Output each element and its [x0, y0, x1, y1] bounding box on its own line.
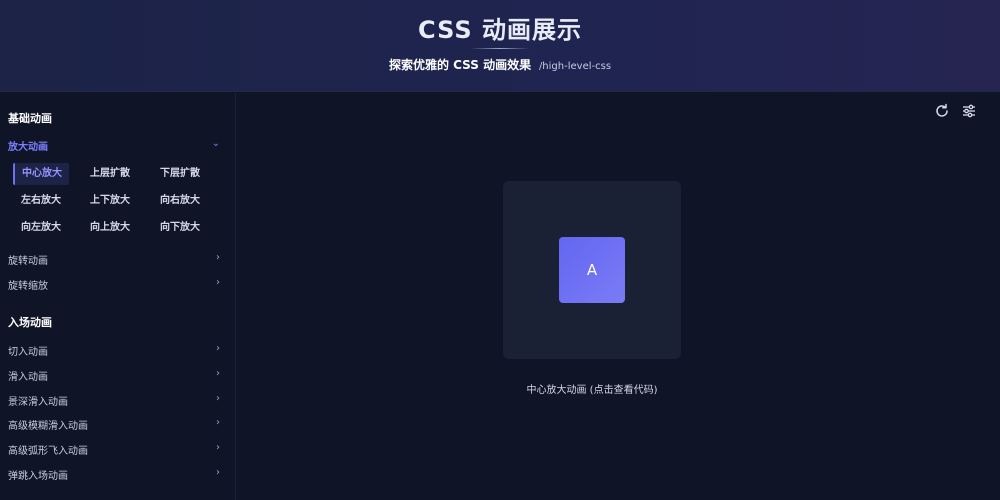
animation-preview-card[interactable]: A — [503, 181, 681, 359]
chevron-right-icon: › — [216, 368, 220, 379]
menu-item-label: 弹跳入场动画 — [8, 471, 68, 482]
menu-item-label: 放大动画 — [8, 142, 48, 153]
settings-sliders-icon[interactable] — [961, 103, 977, 119]
submenu-item-horizontal-zoom[interactable]: 左右放大 — [13, 190, 69, 212]
submenu-item-right-zoom[interactable]: 向右放大 — [152, 190, 208, 212]
submenu-item-lower-spread[interactable]: 下层扩散 — [152, 163, 208, 185]
menu-item-label: 滑入动画 — [8, 372, 48, 383]
chevron-right-icon: › — [216, 277, 220, 288]
sidebar: 基础动画 放大动画 ⌄ 中心放大 上层扩散 下层扩散 左右放大 上下放大 向右放… — [0, 93, 236, 500]
menu-item-blur-slide-in[interactable]: 高级模糊滑入动画 › — [8, 415, 224, 433]
chevron-down-icon: ⌄ — [211, 138, 220, 149]
menu-item-label: 旋转动画 — [8, 256, 48, 267]
submenu-item-up-zoom[interactable]: 向上放大 — [82, 217, 138, 239]
submenu-item-vertical-zoom[interactable]: 上下放大 — [82, 190, 138, 212]
menu-item-label: 高级弧形飞入动画 — [8, 446, 88, 457]
chevron-right-icon: › — [216, 343, 220, 354]
page-title: CSS 动画展示 — [418, 16, 582, 44]
page-header: CSS 动画展示 探索优雅的 CSS 动画效果 /high-level-css — [0, 0, 1000, 92]
submenu-item-left-zoom[interactable]: 向左放大 — [13, 217, 69, 239]
menu-item-slide-in[interactable]: 滑入动画 › — [8, 366, 224, 384]
group-title-entrance: 入场动画 — [8, 316, 52, 329]
submenu-item-center-zoom[interactable]: 中心放大 — [13, 163, 69, 185]
main-content: A 中心放大动画 (点击查看代码) — [237, 93, 1000, 500]
chevron-right-icon: › — [216, 393, 220, 404]
chevron-right-icon: › — [216, 417, 220, 428]
menu-item-zoom[interactable]: 放大动画 ⌄ — [8, 136, 224, 154]
menu-item-rotate[interactable]: 旋转动画 › — [8, 250, 224, 268]
menu-item-depth-slide-in[interactable]: 景深滑入动画 › — [8, 391, 224, 409]
chevron-right-icon: › — [216, 252, 220, 263]
menu-item-arc-fly-in[interactable]: 高级弧形飞入动画 › — [8, 440, 224, 458]
preview-caption[interactable]: 中心放大动画 (点击查看代码) — [237, 381, 947, 396]
menu-item-label: 切入动画 — [8, 347, 48, 358]
menu-item-cut-in[interactable]: 切入动画 › — [8, 341, 224, 359]
subtitle-text: 探索优雅的 CSS 动画效果 — [388, 58, 532, 72]
submenu-item-upper-spread[interactable]: 上层扩散 — [82, 163, 138, 185]
submenu-item-down-zoom[interactable]: 向下放大 — [152, 217, 208, 239]
page-subtitle: 探索优雅的 CSS 动画效果 /high-level-css — [0, 56, 1000, 73]
chevron-right-icon: › — [216, 467, 220, 478]
animation-demo-box: A — [559, 237, 625, 303]
menu-item-label: 高级模糊滑入动画 — [8, 421, 88, 432]
refresh-icon[interactable] — [934, 103, 950, 119]
menu-item-label: 景深滑入动画 — [8, 397, 68, 408]
subtitle-path: /high-level-css — [538, 61, 612, 72]
menu-item-label: 旋转缩放 — [8, 281, 48, 292]
menu-item-bounce-in[interactable]: 弹跳入场动画 › — [8, 465, 224, 483]
menu-item-rotate-scale[interactable]: 旋转缩放 › — [8, 275, 224, 293]
title-divider — [470, 48, 530, 49]
chevron-right-icon: › — [216, 442, 220, 453]
group-title-basic: 基础动画 — [8, 112, 52, 125]
